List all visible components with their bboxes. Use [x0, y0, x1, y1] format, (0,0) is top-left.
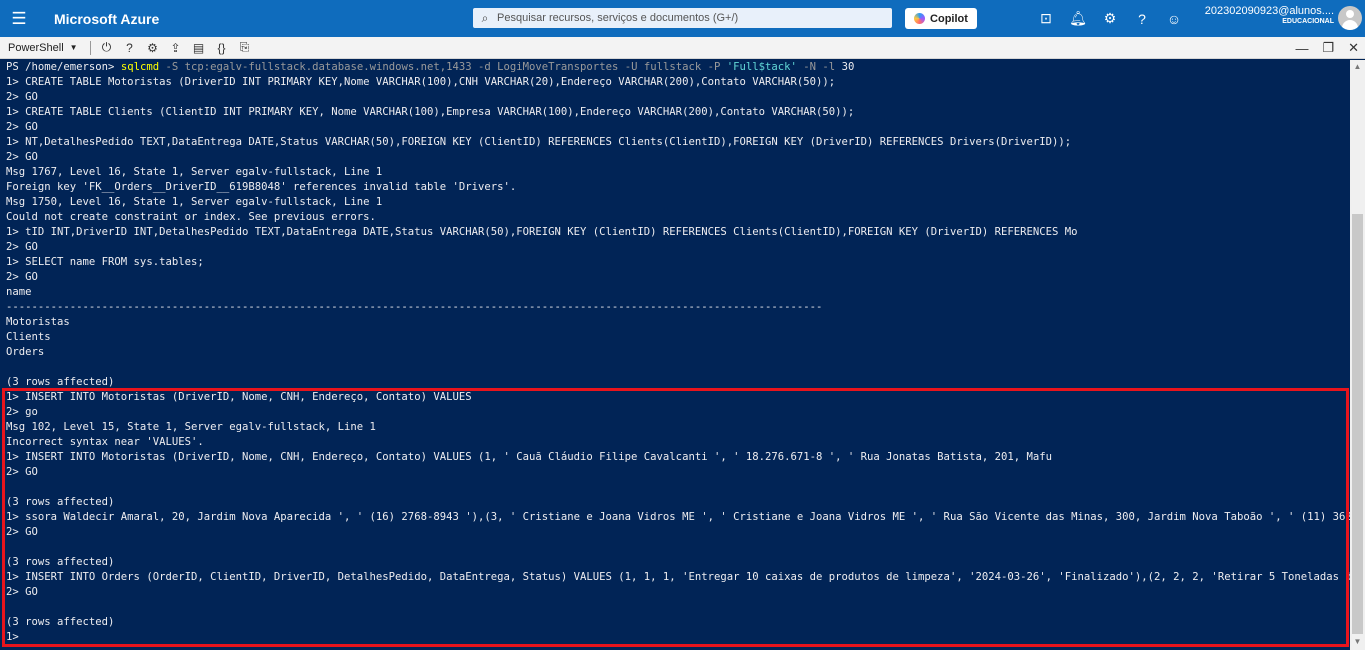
terminal-line: 1> tID INT,DriverID INT,DetalhesPedido T… [6, 226, 1078, 238]
scroll-down-icon[interactable]: ▼ [1350, 637, 1365, 646]
command-name: sqlcmd [120, 61, 160, 73]
window-controls: — ❐ ✕ [1295, 37, 1359, 59]
close-icon[interactable]: ✕ [1348, 40, 1359, 56]
terminal-line: 2> GO [6, 151, 38, 163]
terminal-line: 2> GO [6, 91, 38, 103]
terminal-lines: 1> CREATE TABLE Motoristas (DriverID INT… [0, 75, 1350, 645]
terminal-line: Msg 1767, Level 16, State 1, Server egal… [6, 166, 383, 178]
terminal-line: 1> NT,DetalhesPedido TEXT,DataEntrega DA… [6, 136, 1072, 148]
terminal-line: 2> GO [6, 586, 38, 598]
terminal-line: 1> CREATE TABLE Motoristas (DriverID INT… [6, 76, 836, 88]
terminal-line: 2> GO [6, 466, 38, 478]
terminal-line: 1> INSERT INTO Orders (OrderID, ClientID… [6, 571, 1350, 583]
terminal-line: Motoristas [6, 316, 70, 328]
gear-icon[interactable]: ⚙ [141, 41, 164, 55]
terminal-line: 1> [6, 631, 19, 643]
account-org: EDUCACIONAL [1282, 18, 1334, 25]
terminal-line: 1> CREATE TABLE Clients (ClientID INT PR… [6, 106, 855, 118]
prompt: PS /home/emerson> [6, 61, 115, 73]
shell-type-label: PowerShell [8, 41, 64, 54]
command-args: -S tcp:egalv-fullstack.database.windows.… [159, 61, 727, 73]
terminal-line: (3 rows affected) [6, 556, 115, 568]
copilot-icon [914, 13, 926, 24]
scroll-thumb[interactable] [1352, 214, 1363, 634]
search-placeholder: Pesquisar recursos, serviços e documento… [497, 12, 739, 24]
terminal-line: 1> INSERT INTO Motoristas (DriverID, Nom… [6, 391, 472, 403]
minimize-icon[interactable]: — [1295, 41, 1308, 56]
cloud-shell-icon[interactable]: ⊡ [1030, 10, 1062, 27]
hamburger-menu-icon[interactable]: ☰ [0, 0, 38, 37]
avatar[interactable] [1338, 6, 1362, 30]
top-icon-group: ⊡ 🔔︎ ⚙ ? ☺ [1030, 0, 1190, 37]
upload-icon[interactable]: ⇪ [164, 41, 187, 55]
terminal-line: 1> ssora Waldecir Amaral, 20, Jardim Nov… [6, 511, 1350, 523]
terminal-line: (3 rows affected) [6, 376, 115, 388]
scrollbar[interactable]: ▲ ▼ [1350, 60, 1365, 650]
account-name: 202302090923@alunos.... [1204, 5, 1334, 17]
copilot-button[interactable]: Copilot [905, 8, 977, 29]
terminal-line: (3 rows affected) [6, 616, 115, 628]
chevron-down-icon: ▼ [69, 43, 78, 52]
cloud-shell-toolbar: PowerShell ▼ ⏻ ? ⚙ ⇪ ▤ {} ⎘ — ❐ ✕ [0, 37, 1365, 59]
terminal-line: Clients [6, 331, 51, 343]
terminal-line: Foreign key 'FK__Orders__DriverID__619B8… [6, 181, 517, 193]
azure-top-bar: ☰ Microsoft Azure ⌕ Pesquisar recursos, … [0, 0, 1365, 37]
search-icon: ⌕ [481, 10, 489, 25]
terminal-line: 2> GO [6, 241, 38, 253]
terminal-line: (3 rows affected) [6, 496, 115, 508]
account-info[interactable]: 202302090923@alunos.... EDUCACIONAL [1198, 5, 1334, 25]
help-icon[interactable]: ? [118, 41, 141, 55]
braces-icon[interactable]: {} [210, 41, 233, 55]
power-icon[interactable]: ⏻ [95, 40, 118, 55]
gear-icon[interactable]: ⚙ [1094, 10, 1126, 27]
web-preview-icon[interactable]: ⎘ [233, 40, 256, 55]
divider [90, 40, 91, 55]
command-password: 'Full$tack' [726, 61, 797, 73]
terminal-line: ----------------------------------------… [6, 301, 823, 313]
terminal-line: 2> GO [6, 121, 38, 133]
command-line: PS /home/emerson> sqlcmd -S tcp:egalv-fu… [0, 60, 1350, 75]
terminal-line: 2> go [6, 406, 38, 418]
terminal-line: Could not create constraint or index. Se… [6, 211, 376, 223]
restore-icon[interactable]: ❐ [1322, 40, 1334, 56]
terminal-line: Msg 102, Level 15, State 1, Server egalv… [6, 421, 376, 433]
feedback-icon[interactable]: ☺ [1158, 11, 1190, 27]
terminal-line: 2> GO [6, 526, 38, 538]
search-box[interactable]: ⌕ Pesquisar recursos, serviços e documen… [473, 8, 892, 28]
shell-type-select[interactable]: PowerShell ▼ [0, 42, 86, 54]
help-icon[interactable]: ? [1126, 11, 1158, 27]
scroll-up-icon[interactable]: ▲ [1350, 62, 1365, 71]
terminal-line: 2> GO [6, 271, 38, 283]
terminal-line: Msg 1750, Level 16, State 1, Server egal… [6, 196, 383, 208]
copilot-label: Copilot [930, 12, 968, 25]
terminal-line: Incorrect syntax near 'VALUES'. [6, 436, 204, 448]
open-editor-icon[interactable]: ▤ [187, 41, 210, 55]
terminal-output[interactable]: PS /home/emerson> sqlcmd -S tcp:egalv-fu… [0, 60, 1350, 650]
app-title[interactable]: Microsoft Azure [54, 11, 159, 27]
command-timeout: 30 [841, 61, 855, 73]
terminal-line: Orders [6, 346, 45, 358]
bell-icon[interactable]: 🔔︎ [1062, 10, 1094, 27]
command-args-2: -N -l [796, 61, 842, 73]
terminal-line: 1> SELECT name FROM sys.tables; [6, 256, 204, 268]
terminal-line: 1> INSERT INTO Motoristas (DriverID, Nom… [6, 451, 1052, 463]
terminal-line: name [6, 286, 32, 298]
